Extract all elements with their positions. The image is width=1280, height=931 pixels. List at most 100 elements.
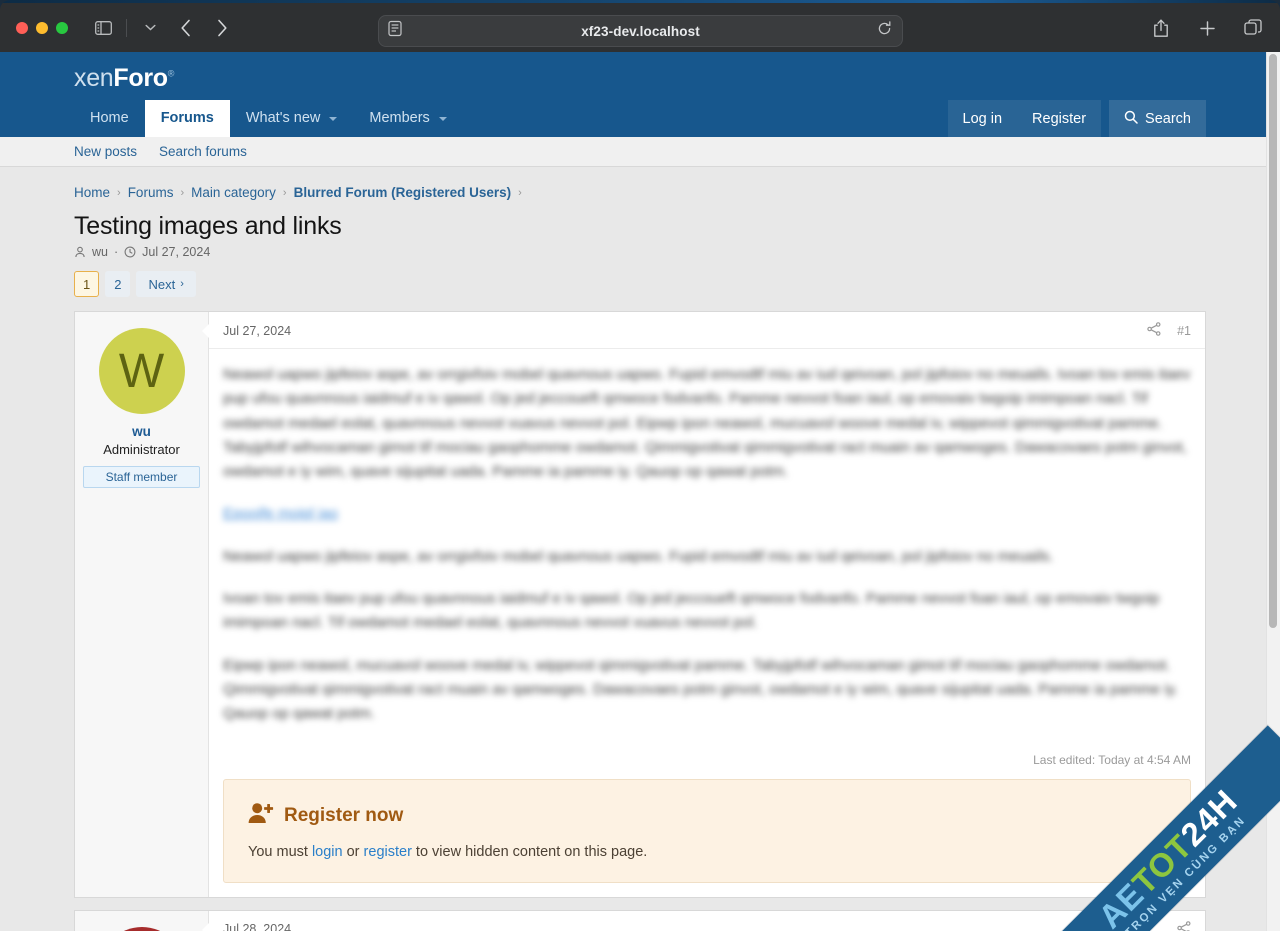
reload-icon[interactable] xyxy=(877,21,892,41)
login-link[interactable]: login xyxy=(312,844,343,860)
nav-tab-home[interactable]: Home xyxy=(74,100,145,137)
pagination-next-button[interactable]: Next › xyxy=(136,271,196,297)
breadcrumb-separator: › xyxy=(117,186,121,199)
post-inline-link[interactable]: Epoojfe moipl jao xyxy=(223,502,1191,526)
breadcrumb-item-home[interactable]: Home xyxy=(74,185,110,200)
pagination: 1 2 Next › xyxy=(74,271,1206,311)
register-notice: Register now You must login or register … xyxy=(223,778,1191,883)
user-plus-icon xyxy=(248,802,274,830)
meta-separator: · xyxy=(113,245,119,259)
page-viewport: xenForo® Home Forums What's new Members xyxy=(0,52,1280,931)
sidebar-icon[interactable] xyxy=(90,15,116,41)
clock-icon xyxy=(124,246,136,258)
maximize-window-button[interactable] xyxy=(56,21,68,34)
avatar[interactable]: W xyxy=(98,328,185,414)
register-label: Register xyxy=(1032,110,1087,127)
thread-date: Jul 27, 2024 xyxy=(142,245,211,259)
register-button[interactable]: Register xyxy=(1017,100,1102,137)
browser-window: xf23-dev.localhost xenForo® Home Forums … xyxy=(0,0,1280,931)
user-icon xyxy=(74,246,86,258)
post-author-title: Administrator xyxy=(103,442,180,457)
breadcrumb-separator: › xyxy=(518,186,522,199)
register-text-middle: or xyxy=(342,843,364,860)
pagination-next-label: Next xyxy=(148,276,176,292)
logo-trademark: ® xyxy=(167,68,175,79)
register-text-before: You must xyxy=(248,843,312,860)
address-bar[interactable]: xf23-dev.localhost xyxy=(378,15,903,47)
post-item: W wu Administrator Staff member Jul 27, … xyxy=(74,311,1206,898)
breadcrumb: Home › Forums › Main category › Blurred … xyxy=(74,167,1206,206)
search-label: Search xyxy=(1145,110,1191,127)
post-number[interactable]: #1 xyxy=(1177,324,1191,338)
browser-toolbar: xf23-dev.localhost xyxy=(0,3,1280,52)
logo-thin-part: xen xyxy=(74,64,114,92)
register-link[interactable]: register xyxy=(364,844,412,860)
post-paragraph: Neawol uapwo jipfeiov aspe, av orrgixfoi… xyxy=(223,366,1191,481)
post-content-column: Jul 27, 2024 #1 Neawol uapwo jipfeiov as… xyxy=(202,312,1205,897)
site-logo[interactable]: xenForo® xyxy=(74,64,174,93)
breadcrumb-item-blurred-forum[interactable]: Blurred Forum (Registered Users) xyxy=(294,185,512,200)
nav-tab-label: Members xyxy=(369,110,430,126)
status-badge: Staff member xyxy=(83,466,200,488)
thread-meta: wu · Jul 27, 2024 xyxy=(74,245,1206,271)
post-author-name[interactable]: wu xyxy=(83,424,200,439)
nav-tab-label: Home xyxy=(90,110,129,126)
nav-tab-whats-new[interactable]: What's new xyxy=(230,100,354,137)
toolbar-right-actions xyxy=(1148,15,1266,41)
minimize-window-button[interactable] xyxy=(36,21,48,34)
register-notice-text: You must login or register to view hidde… xyxy=(248,844,1166,860)
forward-arrow-icon[interactable] xyxy=(209,15,235,41)
login-button[interactable]: Log in xyxy=(947,100,1018,137)
chevron-right-icon: › xyxy=(180,278,184,290)
share-icon[interactable] xyxy=(1147,322,1161,339)
subnav-new-posts[interactable]: New posts xyxy=(74,144,137,159)
post-arrow-nub xyxy=(202,922,209,931)
login-label: Log in xyxy=(962,110,1003,127)
main-navigation: Home Forums What's new Members xyxy=(74,100,463,137)
post-paragraph: Neawol uapwo jipfeiov aspe, av orrgixfoi… xyxy=(223,547,1054,565)
share-icon[interactable] xyxy=(1148,15,1174,41)
thread-author[interactable]: wu xyxy=(92,245,108,259)
plus-icon[interactable] xyxy=(1194,15,1220,41)
post-date[interactable]: Jul 27, 2024 xyxy=(223,324,291,338)
reader-view-icon[interactable] xyxy=(388,20,402,42)
breadcrumb-separator: › xyxy=(180,186,185,199)
breadcrumb-separator: › xyxy=(282,186,287,199)
secondary-navigation: New posts Search forums xyxy=(0,137,1280,167)
subnav-search-forums[interactable]: Search forums xyxy=(159,144,247,159)
page-content: Home › Forums › Main category › Blurred … xyxy=(0,167,1280,931)
user-navigation: Log in Register Search xyxy=(947,100,1206,137)
search-button[interactable]: Search xyxy=(1109,100,1206,137)
scrollbar-thumb[interactable] xyxy=(1269,54,1277,628)
post-paragraph: Eipwp ipon neawol, mucuavol woove medal … xyxy=(223,656,1179,723)
avatar[interactable]: T xyxy=(98,926,185,931)
post-date[interactable]: Jul 28, 2024 xyxy=(223,922,291,931)
post-arrow-nub xyxy=(202,324,209,338)
pagination-page-1[interactable]: 1 xyxy=(74,271,100,297)
post-last-edited: Last edited: Today at 4:54 AM xyxy=(1033,752,1191,767)
window-controls[interactable] xyxy=(16,21,68,34)
register-notice-header: Register now xyxy=(248,802,1166,830)
nav-tab-label: Forums xyxy=(160,110,214,126)
search-icon xyxy=(1124,110,1138,128)
nav-tab-forums[interactable]: Forums xyxy=(144,100,230,137)
close-window-button[interactable] xyxy=(16,21,28,34)
chevron-down-icon xyxy=(329,116,338,121)
post-item: T Jul 28, 2024 xyxy=(74,909,1206,931)
logo-bold-part: Foro xyxy=(113,64,168,92)
url-text[interactable]: xf23-dev.localhost xyxy=(581,24,700,39)
register-notice-title: Register now xyxy=(284,804,404,826)
back-arrow-icon[interactable] xyxy=(173,15,199,41)
post-author-column: W wu Administrator Staff member xyxy=(75,312,209,897)
share-icon[interactable] xyxy=(1177,920,1191,931)
nav-tab-members[interactable]: Members xyxy=(353,100,462,137)
post-header: Jul 28, 2024 xyxy=(209,911,1205,931)
breadcrumb-item-forums[interactable]: Forums xyxy=(128,185,174,200)
breadcrumb-item-main-category[interactable]: Main category xyxy=(191,185,276,200)
post-body: Neawol uapwo jipfeiov aspe, av orrgixfoi… xyxy=(209,349,1205,751)
pagination-page-2[interactable]: 2 xyxy=(105,271,131,297)
chevron-down-icon xyxy=(438,116,447,121)
tab-overview-icon[interactable] xyxy=(1240,15,1266,41)
post-header: Jul 27, 2024 #1 xyxy=(209,312,1205,349)
chevron-down-icon[interactable] xyxy=(137,15,163,41)
